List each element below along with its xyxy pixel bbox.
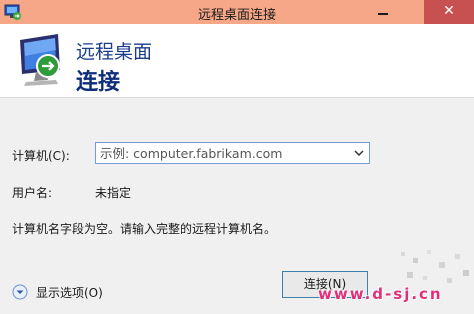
computer-input[interactable] xyxy=(96,143,348,163)
window-title: 远程桌面连接 xyxy=(197,8,276,23)
validation-message: 计算机名字段为空。请输入完整的远程计算机名。 xyxy=(12,222,277,236)
computer-label: 计算机(C): xyxy=(12,149,70,163)
username-label: 用户名: xyxy=(12,186,53,200)
show-options-label: 显示选项(O) xyxy=(36,286,103,300)
chevron-circle-down-icon xyxy=(12,284,28,300)
computer-combobox[interactable] xyxy=(95,142,370,164)
header-subtitle: 连接 xyxy=(76,70,121,95)
show-options-toggle[interactable]: 显示选项(O) xyxy=(12,283,107,301)
remote-desktop-monitor-icon xyxy=(20,34,60,86)
minimize-button[interactable] xyxy=(370,0,396,24)
chevron-down-icon[interactable] xyxy=(349,143,369,163)
watermark-text: www.d-sj.cn xyxy=(318,285,443,303)
title-bar[interactable]: 远程桌面连接 ✕ xyxy=(0,0,474,24)
minimize-icon xyxy=(378,13,388,15)
header-title: 远程桌面 xyxy=(76,41,153,63)
close-button[interactable]: ✕ xyxy=(424,0,474,24)
header-banner: 远程桌面 连接 xyxy=(0,24,474,98)
username-value: 未指定 xyxy=(95,186,132,200)
watermark-noise xyxy=(401,250,469,283)
